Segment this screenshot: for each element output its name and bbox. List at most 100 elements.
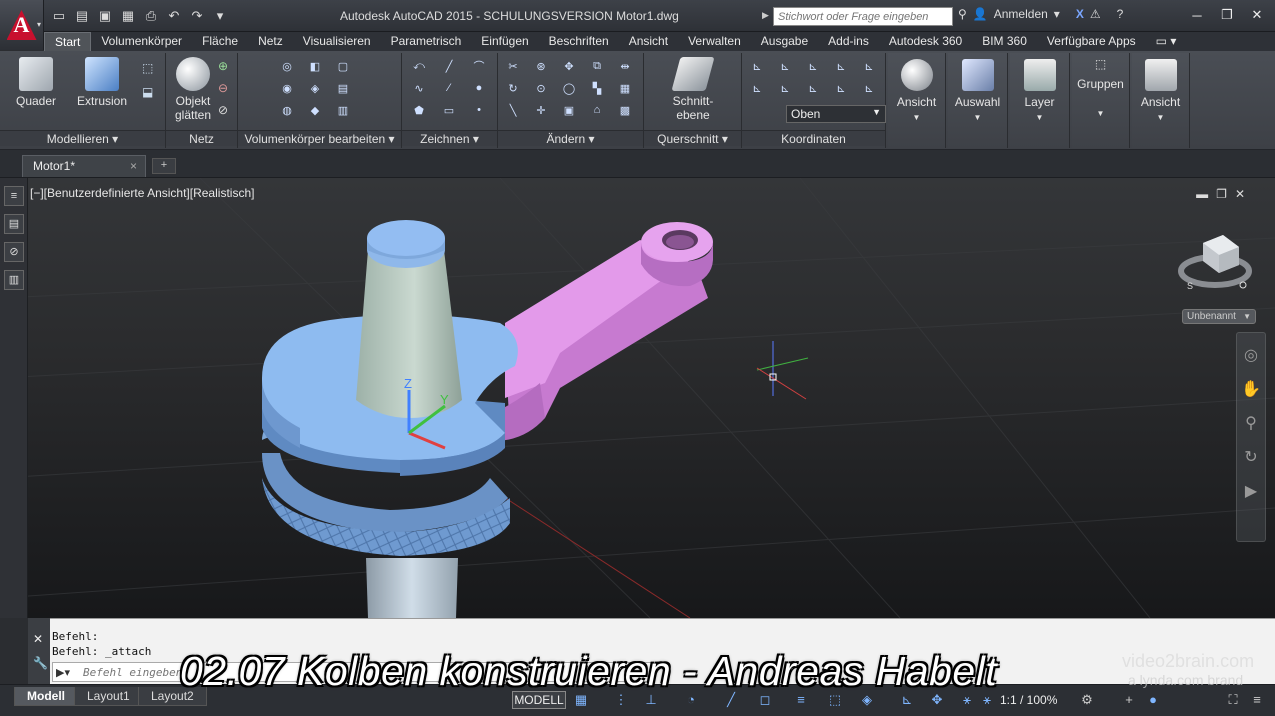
modify-tool-icon[interactable]: ⬚ (142, 61, 153, 75)
viewport-minimize-icon[interactable]: ▬ (1196, 187, 1208, 201)
panel-title-volumenkoerper[interactable]: Volumenkörper bearbeiten ▾ (238, 130, 401, 146)
side-button-auswahl[interactable]: Auswahl ▼ (948, 53, 1008, 148)
panel-title-netz[interactable]: Netz (166, 130, 237, 146)
ucs-y-icon[interactable]: ⊾ (860, 79, 878, 97)
customize-icon[interactable]: ▾ (211, 7, 229, 25)
orbit-icon[interactable]: ↻ (1237, 447, 1265, 467)
tab-parametrisch[interactable]: Parametrisch (381, 32, 472, 51)
extrusion-button[interactable]: Extrusion (72, 57, 132, 108)
array-icon[interactable]: ▦ (616, 79, 634, 97)
binoculars-icon[interactable]: ⚲ (958, 7, 967, 21)
side-button-gruppen[interactable]: ⬚ Gruppen ▼ (1072, 53, 1130, 148)
point-icon[interactable]: • (470, 101, 488, 119)
viewport-close-icon[interactable]: ✕ (1235, 187, 1245, 201)
close-tab-icon[interactable]: × (130, 159, 137, 173)
objekt-glaetten-button[interactable]: Objekt glätten (170, 57, 216, 122)
panel-title-aendern[interactable]: Ändern ▾ (498, 130, 643, 146)
tab-netz[interactable]: Netz (248, 32, 293, 51)
polygon-icon[interactable]: ⬟ (410, 101, 428, 119)
open-icon[interactable]: ▤ (73, 7, 91, 25)
offset-icon[interactable]: ▣ (560, 101, 578, 119)
warning-icon[interactable]: ⚠ (1090, 7, 1101, 21)
application-menu-button[interactable]: A ▾ (0, 0, 44, 50)
tab-ausgabe[interactable]: Ausgabe (751, 32, 818, 51)
fullscreen-icon[interactable]: ⛶ (1224, 692, 1242, 710)
rotate-icon[interactable]: ◯ (560, 79, 578, 97)
ucs-face-icon[interactable]: ⊾ (748, 79, 766, 97)
layout-tab-modell[interactable]: Modell (14, 687, 78, 706)
tab-bim-360[interactable]: BIM 360 (972, 32, 1037, 51)
thicken-icon[interactable]: ◆ (306, 101, 324, 119)
tab-verwalten[interactable]: Verwalten (678, 32, 751, 51)
panel-title-modellieren[interactable]: Modellieren ▾ (0, 130, 165, 146)
extract-icon[interactable]: ▥ (334, 101, 352, 119)
viewcube[interactable]: S (1175, 225, 1255, 305)
side-button-ansicht[interactable]: Ansicht ▼ (888, 53, 946, 148)
join-icon[interactable]: ⌂ (588, 101, 606, 119)
side-button-layer[interactable]: Layer ▼ (1010, 53, 1070, 148)
search-expand-icon[interactable]: ▶ (762, 10, 769, 21)
mirror-icon[interactable]: ⇹ (616, 57, 634, 75)
workspace-gear-icon[interactable]: ⚙ (1078, 692, 1096, 710)
pan-icon[interactable]: ✋ (1237, 379, 1265, 399)
restore-icon[interactable]: ❐ (1213, 5, 1241, 25)
circle-icon[interactable]: ● (470, 79, 488, 97)
ucs-3point-icon[interactable]: ⊾ (832, 57, 850, 75)
help-icon[interactable]: ? (1117, 7, 1124, 21)
erase-icon[interactable]: ▩ (616, 101, 634, 119)
tab-add-ins[interactable]: Add-ins (818, 32, 879, 51)
tab-volumenkörper[interactable]: Volumenkörper (91, 32, 192, 51)
exchange-icon[interactable]: X (1076, 7, 1084, 21)
shell-icon[interactable]: ▢ (334, 57, 352, 75)
stretch-icon[interactable]: ▚ (588, 79, 606, 97)
panel-title-zeichnen[interactable]: Zeichnen ▾ (402, 130, 497, 146)
trim-icon[interactable]: ✂ (504, 57, 522, 75)
viewport-restore-icon[interactable]: ❐ (1216, 187, 1227, 201)
union-icon[interactable]: ◎ (278, 57, 296, 75)
command-close-icon[interactable]: ✕ (33, 632, 43, 646)
subtract-icon[interactable]: ◉ (278, 79, 296, 97)
saveas-icon[interactable]: ▦ (119, 7, 137, 25)
ucs-view-icon[interactable]: ⊾ (804, 79, 822, 97)
spline-icon[interactable]: ∿ (410, 79, 428, 97)
annotation-scale[interactable]: 1:1 / 100% (1000, 693, 1057, 707)
ucs-z-icon[interactable]: ⊾ (832, 79, 850, 97)
layers-palette-icon[interactable]: ≡ (4, 186, 24, 206)
separate-icon[interactable]: ▤ (334, 79, 352, 97)
side-button-ansicht-2[interactable]: Ansicht ▼ (1132, 53, 1190, 148)
move3d-icon[interactable]: ⊛ (532, 57, 550, 75)
tab-einfügen[interactable]: Einfügen (471, 32, 538, 51)
tab-ansicht[interactable]: Ansicht (619, 32, 678, 51)
rotate3d-icon[interactable]: ↻ (504, 79, 522, 97)
arc-icon[interactable]: ⌒ (470, 57, 488, 75)
tab-beschriften[interactable]: Beschriften (539, 32, 619, 51)
ucs-object-icon[interactable]: ⊾ (776, 79, 794, 97)
ucs-world-icon[interactable]: ⊾ (776, 57, 794, 75)
schnittebene-button[interactable]: Schnitt-ebene (666, 57, 720, 122)
view-select-oben[interactable]: Oben ▼ (786, 105, 886, 123)
scale-icon[interactable]: ⊙ (532, 79, 550, 97)
minimize-icon[interactable]: ─ (1183, 5, 1211, 25)
add-icon[interactable]: + (1120, 692, 1138, 710)
line2-icon[interactable]: ⁄ (440, 79, 458, 97)
polyline-icon[interactable]: ⤺ (410, 57, 428, 75)
viewport-controls-label[interactable]: [−][Benutzerdefinierte Ansicht][Realisti… (30, 186, 254, 200)
showmotion-icon[interactable]: ▶ (1237, 481, 1265, 501)
new-tab-button[interactable]: + (152, 158, 176, 174)
named-view-dropdown[interactable]: Unbenannt ▼ (1182, 309, 1256, 324)
properties-palette-icon[interactable]: ▤ (4, 214, 24, 234)
ucs-origin-icon[interactable]: ⊾ (804, 57, 822, 75)
slice-icon[interactable]: ◧ (306, 57, 324, 75)
steering-wheel-icon[interactable]: ◎ (1237, 345, 1265, 365)
intersect-icon[interactable]: ◍ (278, 101, 296, 119)
file-tab-motor1[interactable]: Motor1* × (22, 155, 146, 177)
tab-visualisieren[interactable]: Visualisieren (293, 32, 381, 51)
customize-statusbar-icon[interactable]: ≡ (1248, 692, 1266, 710)
tab-verfügbare-apps[interactable]: Verfügbare Apps (1037, 32, 1146, 51)
redo-icon[interactable]: ↷ (188, 7, 206, 25)
ribbon-minimize-icon[interactable]: ▭ ▾ (1146, 32, 1187, 51)
zoom-icon[interactable]: ⚲ (1237, 413, 1265, 433)
close-icon[interactable]: ✕ (1243, 5, 1271, 25)
rectangle-icon[interactable]: ▭ (440, 101, 458, 119)
align-icon[interactable]: ✛ (532, 101, 550, 119)
